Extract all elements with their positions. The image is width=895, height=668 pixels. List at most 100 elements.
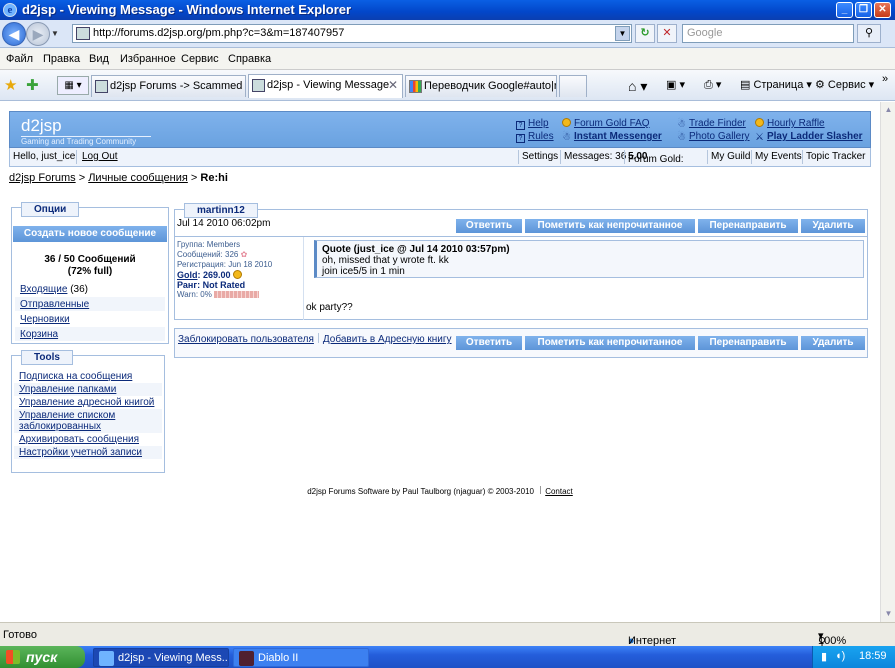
forum-gold-display[interactable]: Forum Gold: 5.00 — [628, 151, 684, 165]
delete-button-bottom[interactable]: Удалить — [801, 336, 865, 350]
maximize-button[interactable]: ❐ — [855, 2, 872, 18]
folder-trash[interactable]: Корзина — [15, 327, 165, 342]
stop-button[interactable]: ✕ — [657, 24, 677, 43]
reply-button-bottom[interactable]: Ответить — [456, 336, 522, 350]
ie-logo-icon: e — [3, 3, 17, 17]
chevron-more-icon[interactable]: » — [882, 73, 888, 85]
site-logo[interactable]: d2jsp — [21, 116, 62, 136]
tools-subscribe-link[interactable]: Подписка на сообщения — [14, 370, 162, 383]
diablo-taskbar-icon — [239, 651, 254, 666]
my-guild-link[interactable]: My Guild — [711, 151, 750, 162]
gold-coin-icon — [562, 118, 571, 127]
hourly-raffle-link[interactable]: Hourly Raffle — [755, 118, 825, 129]
gold-coin-icon — [233, 270, 243, 279]
logout-link[interactable]: Log Out — [82, 151, 118, 162]
search-input[interactable]: Google — [682, 24, 854, 43]
page-content: d2jsp Gaming and Trading Community ? Help… — [0, 102, 880, 622]
rules-link[interactable]: ? Rules — [516, 131, 554, 143]
volume-icon[interactable]: ◖) — [835, 650, 845, 662]
folder-inbox[interactable]: Входящие (36) — [15, 282, 165, 297]
taskbar-diablo-window[interactable]: Diablo II — [233, 648, 369, 667]
breadcrumb-root-link[interactable]: d2jsp Forums — [9, 172, 76, 184]
close-button[interactable]: ✕ — [874, 2, 891, 18]
folder-drafts[interactable]: Черновики — [15, 312, 165, 327]
play-ladder-slasher-link[interactable]: ⚔ Play Ladder Slasher — [755, 131, 863, 143]
network-icon[interactable]: ▮ — [821, 650, 827, 663]
search-icon[interactable]: ⚲ — [857, 24, 881, 43]
zoom-control[interactable]: ⚲ 100% ▾ — [818, 629, 846, 648]
tools-blocklist-link[interactable]: Управление списком заблокированных — [14, 409, 162, 433]
clock: 18:59 — [859, 650, 887, 662]
tools-addressbook-link[interactable]: Управление адресной книгой — [14, 396, 162, 409]
new-tab-button[interactable] — [559, 75, 587, 97]
scroll-up-icon[interactable]: ▲ — [882, 103, 895, 116]
topic-tracker-link[interactable]: Topic Tracker — [806, 151, 865, 162]
create-message-button[interactable]: Создать новое сообщение — [13, 226, 167, 242]
print-icon[interactable]: ⎙ ▾ — [704, 78, 721, 92]
forward-button[interactable]: ▶ — [26, 22, 50, 46]
person-icon: ☃ — [677, 132, 686, 143]
gold-link[interactable]: Gold — [177, 270, 198, 280]
menu-tools[interactable]: Сервис — [181, 53, 219, 65]
add-to-addressbook-link[interactable]: Добавить в Адресную книгу — [323, 334, 452, 345]
message-count: 36 / 50 Сообщений — [44, 254, 136, 265]
quick-tabs-icon[interactable]: ▦ ▾ — [57, 76, 89, 95]
url-input[interactable]: http://forums.d2jsp.org/pm.php?c=3&m=187… — [72, 24, 632, 43]
back-button[interactable]: ◀ — [2, 22, 26, 46]
home-icon[interactable]: ⌂ ▾ — [628, 78, 647, 95]
instant-messenger-link[interactable]: ☃ Instant Messenger — [562, 131, 662, 143]
sender-name[interactable]: martinn12 — [184, 203, 258, 218]
settings-link[interactable]: Settings — [522, 151, 558, 162]
warn-meter — [214, 291, 260, 298]
address-toolbar: ◀ ▶ ▼ http://forums.d2jsp.org/pm.php?c=3… — [0, 20, 895, 48]
menu-file[interactable]: Файл — [6, 53, 33, 65]
user-bar: Hello, just_ice Log Out Settings Message… — [9, 148, 871, 167]
person-icon: ☃ — [562, 132, 571, 143]
tools-menu[interactable]: ⚙ Сервис ▾ — [815, 78, 874, 91]
tab-favicon-icon — [95, 80, 108, 93]
photo-gallery-link[interactable]: ☃ Photo Gallery — [677, 131, 750, 143]
tab-google-translate[interactable]: Переводчик Google#auto|r... — [405, 75, 557, 97]
favorites-star-icon[interactable]: ★ — [4, 76, 17, 94]
help-link[interactable]: ? Help — [516, 118, 549, 130]
menu-edit[interactable]: Правка — [43, 53, 80, 65]
mark-unread-button-bottom[interactable]: Пометить как непрочитанное — [525, 336, 695, 350]
message-body: ok party?? — [306, 302, 353, 313]
start-button[interactable]: пуск — [0, 646, 85, 668]
page-menu[interactable]: ▤ Страница ▾ — [740, 78, 812, 91]
tools-account-settings-link[interactable]: Настройки учетной записи — [14, 446, 162, 459]
vertical-scrollbar[interactable]: ▲ ▼ — [880, 102, 895, 622]
my-events-link[interactable]: My Events — [755, 151, 802, 162]
minimize-button[interactable]: _ — [836, 2, 853, 18]
trade-finder-link[interactable]: ☃ Trade Finder — [677, 118, 746, 130]
forward-message-button-bottom[interactable]: Перенаправить — [698, 336, 798, 350]
url-dropdown-icon[interactable]: ▼ — [615, 26, 630, 41]
add-favorite-icon[interactable]: ✚ — [26, 76, 39, 94]
tools-archive-link[interactable]: Архивировать сообщения — [14, 433, 162, 446]
mark-unread-button[interactable]: Пометить как непрочитанное — [525, 219, 695, 233]
messages-link[interactable]: Messages: 36 — [564, 151, 626, 162]
tab-scammed[interactable]: d2jsp Forums -> Scammed B... — [91, 75, 246, 97]
taskbar-ie-window[interactable]: d2jsp - Viewing Mess... — [93, 648, 229, 667]
refresh-button[interactable]: ↻ — [635, 24, 655, 43]
feeds-icon[interactable]: ▣ ▾ — [666, 78, 685, 91]
history-dropdown-icon[interactable]: ▼ — [51, 29, 59, 38]
menu-favorites[interactable]: Избранное — [120, 53, 176, 65]
tab-viewing-message[interactable]: d2jsp - Viewing Message ✕ — [248, 74, 403, 98]
scroll-down-icon[interactable]: ▼ — [882, 607, 895, 620]
tools-folders-link[interactable]: Управление папками — [14, 383, 162, 396]
folder-sent[interactable]: Отправленные — [15, 297, 165, 312]
block-user-link[interactable]: Заблокировать пользователя — [178, 334, 314, 345]
tab-close-icon[interactable]: ✕ — [388, 78, 398, 92]
delete-button[interactable]: Удалить — [801, 219, 865, 233]
forum-gold-faq-link[interactable]: Forum Gold FAQ — [562, 118, 650, 129]
site-banner: d2jsp Gaming and Trading Community ? Help… — [9, 111, 871, 148]
menu-view[interactable]: Вид — [89, 53, 109, 65]
breadcrumb-pm-link[interactable]: Личные сообщения — [88, 172, 188, 184]
options-title: Опции — [21, 202, 80, 217]
menu-help[interactable]: Справка — [228, 53, 271, 65]
contact-link[interactable]: Contact — [545, 487, 573, 496]
forward-message-button[interactable]: Перенаправить — [698, 219, 798, 233]
reply-button[interactable]: Ответить — [456, 219, 522, 233]
ie-taskbar-icon — [99, 651, 114, 666]
